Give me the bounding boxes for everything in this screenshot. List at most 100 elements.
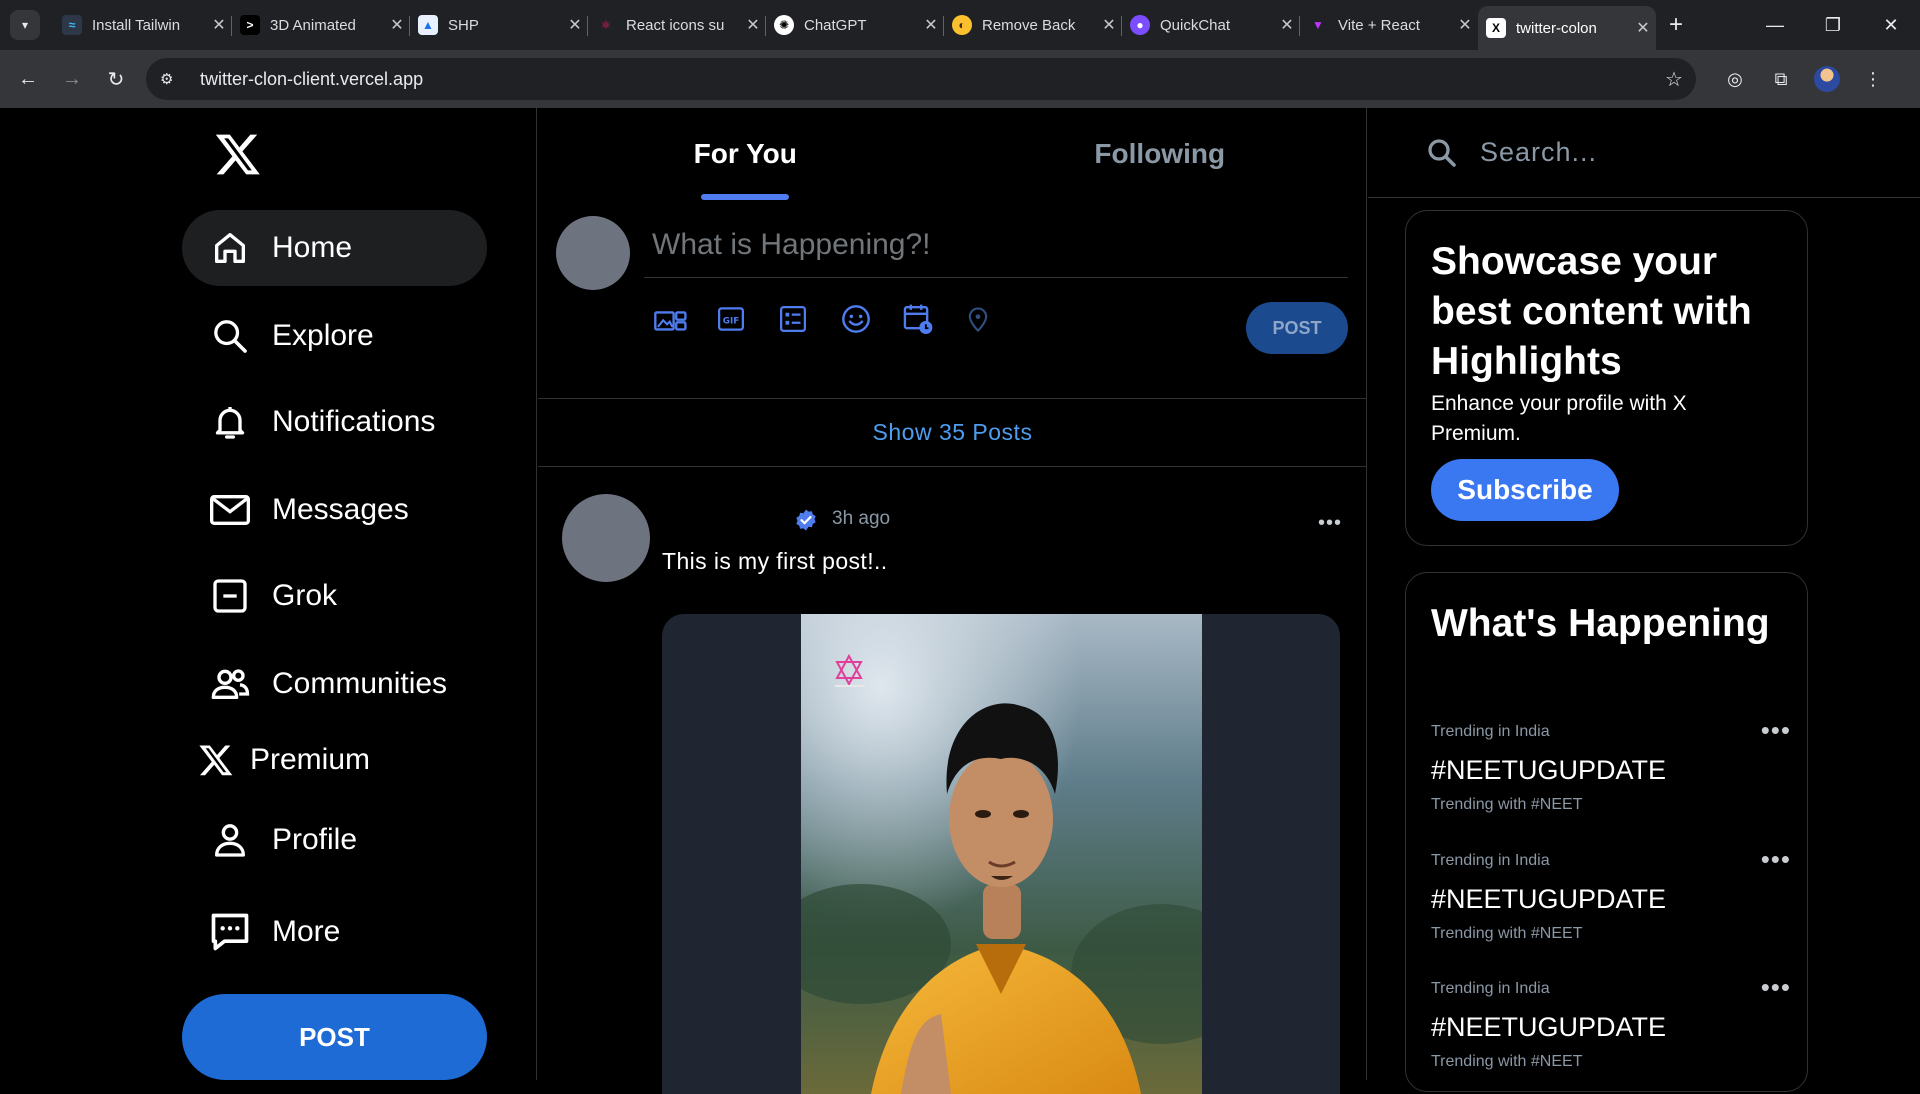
- sidebar-item-premium[interactable]: Premium: [182, 722, 487, 798]
- extension-target-icon[interactable]: ◎: [1712, 69, 1758, 90]
- tab-search-button[interactable]: ▾: [10, 10, 40, 40]
- trend-more-options[interactable]: •••: [1761, 972, 1791, 1003]
- avatar[interactable]: [562, 494, 650, 582]
- compose-post-button[interactable]: POST: [1246, 302, 1348, 354]
- sidebar-item-grok[interactable]: Grok: [182, 558, 487, 634]
- sidebar-item-messages[interactable]: Messages: [182, 472, 487, 548]
- tab-favicon: ⚛: [596, 15, 616, 35]
- new-tab-button[interactable]: +: [1656, 11, 1696, 39]
- tab-favicon: ▼: [1308, 15, 1328, 35]
- forward-icon[interactable]: →: [50, 68, 94, 91]
- poll-icon[interactable]: [778, 296, 840, 342]
- trend-title: #NEETUGUPDATE: [1431, 755, 1667, 785]
- trend-item[interactable]: Trending in India #NEETUGUPDATE Trending…: [1431, 844, 1791, 943]
- mail-icon: [208, 488, 252, 532]
- close-tab-icon[interactable]: ✕: [1274, 15, 1300, 35]
- sidebar-item-label: Grok: [272, 579, 338, 612]
- close-tab-icon[interactable]: ✕: [206, 15, 232, 35]
- trend-context: Trending in India: [1431, 852, 1550, 869]
- extensions-puzzle-icon[interactable]: ⧉: [1758, 69, 1804, 90]
- sidebar-item-communities[interactable]: Communities: [182, 646, 487, 722]
- trend-subtitle: Trending with #NEET: [1431, 925, 1583, 942]
- trend-context: Trending in India: [1431, 980, 1550, 997]
- tab-favicon: X: [1486, 18, 1506, 38]
- search-bar: [1368, 108, 1920, 198]
- bookmark-star-icon[interactable]: ☆: [1652, 67, 1696, 92]
- post-image[interactable]: [662, 614, 1340, 1094]
- close-tab-icon[interactable]: ✕: [562, 15, 588, 35]
- avatar[interactable]: [556, 216, 630, 290]
- tab-for-you[interactable]: For You: [538, 108, 953, 200]
- search-icon: [208, 314, 252, 358]
- sidebar-item-more[interactable]: More: [182, 894, 487, 970]
- svg-text:GIF: GIF: [723, 316, 739, 326]
- trend-more-options[interactable]: •••: [1761, 715, 1791, 746]
- sidebar-item-profile[interactable]: Profile: [182, 802, 487, 878]
- browser-tab[interactable]: ✺ ChatGPT ✕: [766, 0, 944, 50]
- reload-icon[interactable]: ↻: [94, 67, 138, 92]
- close-window-icon[interactable]: ✕: [1862, 15, 1920, 36]
- sidebar-item-label: Notifications: [272, 405, 436, 438]
- people-icon: [208, 662, 252, 706]
- sidebar-item-explore[interactable]: Explore: [182, 298, 487, 374]
- toolbar-actions: ◎ ⧉ ⋮: [1712, 66, 1896, 92]
- restore-icon[interactable]: ❐: [1804, 15, 1862, 36]
- bell-icon: [208, 400, 252, 444]
- address-bar[interactable]: ⚙ twitter-clon-client.vercel.app ☆: [146, 58, 1696, 100]
- tab-title: 3D Animated: [270, 16, 356, 34]
- browser-tab[interactable]: ≈ Install Tailwin ✕: [54, 0, 232, 50]
- minimize-icon[interactable]: —: [1746, 15, 1804, 36]
- sidebar-item-home[interactable]: Home: [182, 210, 487, 286]
- gif-icon[interactable]: GIF: [716, 296, 778, 342]
- show-new-posts-link[interactable]: Show 35 Posts: [538, 399, 1367, 467]
- browser-tab-active[interactable]: X twitter-colon ✕: [1478, 6, 1656, 50]
- close-tab-icon[interactable]: ✕: [918, 15, 944, 35]
- tab-title: QuickChat: [1160, 16, 1231, 34]
- emoji-icon[interactable]: [840, 296, 902, 342]
- close-tab-icon[interactable]: ✕: [740, 15, 766, 35]
- close-tab-icon[interactable]: ✕: [1630, 18, 1656, 38]
- search-input[interactable]: [1480, 130, 1860, 175]
- close-tab-icon[interactable]: ✕: [1452, 15, 1478, 35]
- x-logo-icon[interactable]: [214, 130, 262, 178]
- browser-tab[interactable]: ▲ SHP ✕: [410, 0, 588, 50]
- browser-menu-icon[interactable]: ⋮: [1850, 69, 1896, 90]
- back-icon[interactable]: ←: [6, 68, 50, 91]
- left-sidebar: Home Explore Notifications Messages Grok: [0, 108, 537, 1080]
- post-button[interactable]: POST: [182, 994, 487, 1080]
- sidebar-item-notifications[interactable]: Notifications: [182, 384, 487, 460]
- post-photo: [801, 614, 1202, 1094]
- trend-item[interactable]: Trending in India #NEETUGUPDATE Trending…: [1431, 715, 1791, 814]
- media-icon[interactable]: [654, 296, 716, 342]
- more-chat-icon: [208, 910, 252, 954]
- trend-more-options[interactable]: •••: [1761, 844, 1791, 875]
- portrait-image: [801, 614, 1202, 1094]
- subscribe-button[interactable]: Subscribe: [1431, 459, 1619, 521]
- trend-context: Trending in India: [1431, 723, 1550, 740]
- tab-label: Following: [1094, 138, 1226, 169]
- schedule-icon[interactable]: [902, 296, 964, 342]
- location-icon[interactable]: [964, 296, 1026, 342]
- tab-title: Remove Back: [982, 16, 1076, 34]
- browser-tab[interactable]: > 3D Animated ✕: [232, 0, 410, 50]
- post-card[interactable]: 3h ago ••• This is my first post!..: [538, 468, 1367, 1094]
- trend-item[interactable]: Trending in India #NEETUGUPDATE Trending…: [1431, 972, 1791, 1071]
- browser-tab[interactable]: ◐ Remove Back ✕: [944, 0, 1122, 50]
- tab-following[interactable]: Following: [953, 108, 1368, 200]
- tab-title: twitter-colon: [1516, 19, 1597, 37]
- close-tab-icon[interactable]: ✕: [1096, 15, 1122, 35]
- browser-tab[interactable]: ● QuickChat ✕: [1122, 0, 1300, 50]
- browser-tab[interactable]: ⚛ React icons su ✕: [588, 0, 766, 50]
- address-url[interactable]: twitter-clon-client.vercel.app: [200, 69, 1652, 90]
- trend-subtitle: Trending with #NEET: [1431, 796, 1583, 813]
- site-info-icon[interactable]: ⚙: [160, 70, 184, 88]
- search-icon[interactable]: [1424, 135, 1460, 171]
- browser-tab[interactable]: ▼ Vite + React ✕: [1300, 0, 1478, 50]
- trends-heading: What's Happening: [1431, 602, 1770, 645]
- composer-toolbar: GIF: [654, 296, 1026, 342]
- close-tab-icon[interactable]: ✕: [384, 15, 410, 35]
- compose-input[interactable]: [644, 212, 1348, 278]
- home-icon: [208, 226, 252, 270]
- profile-avatar[interactable]: [1814, 66, 1840, 92]
- post-more-options[interactable]: •••: [1318, 512, 1342, 535]
